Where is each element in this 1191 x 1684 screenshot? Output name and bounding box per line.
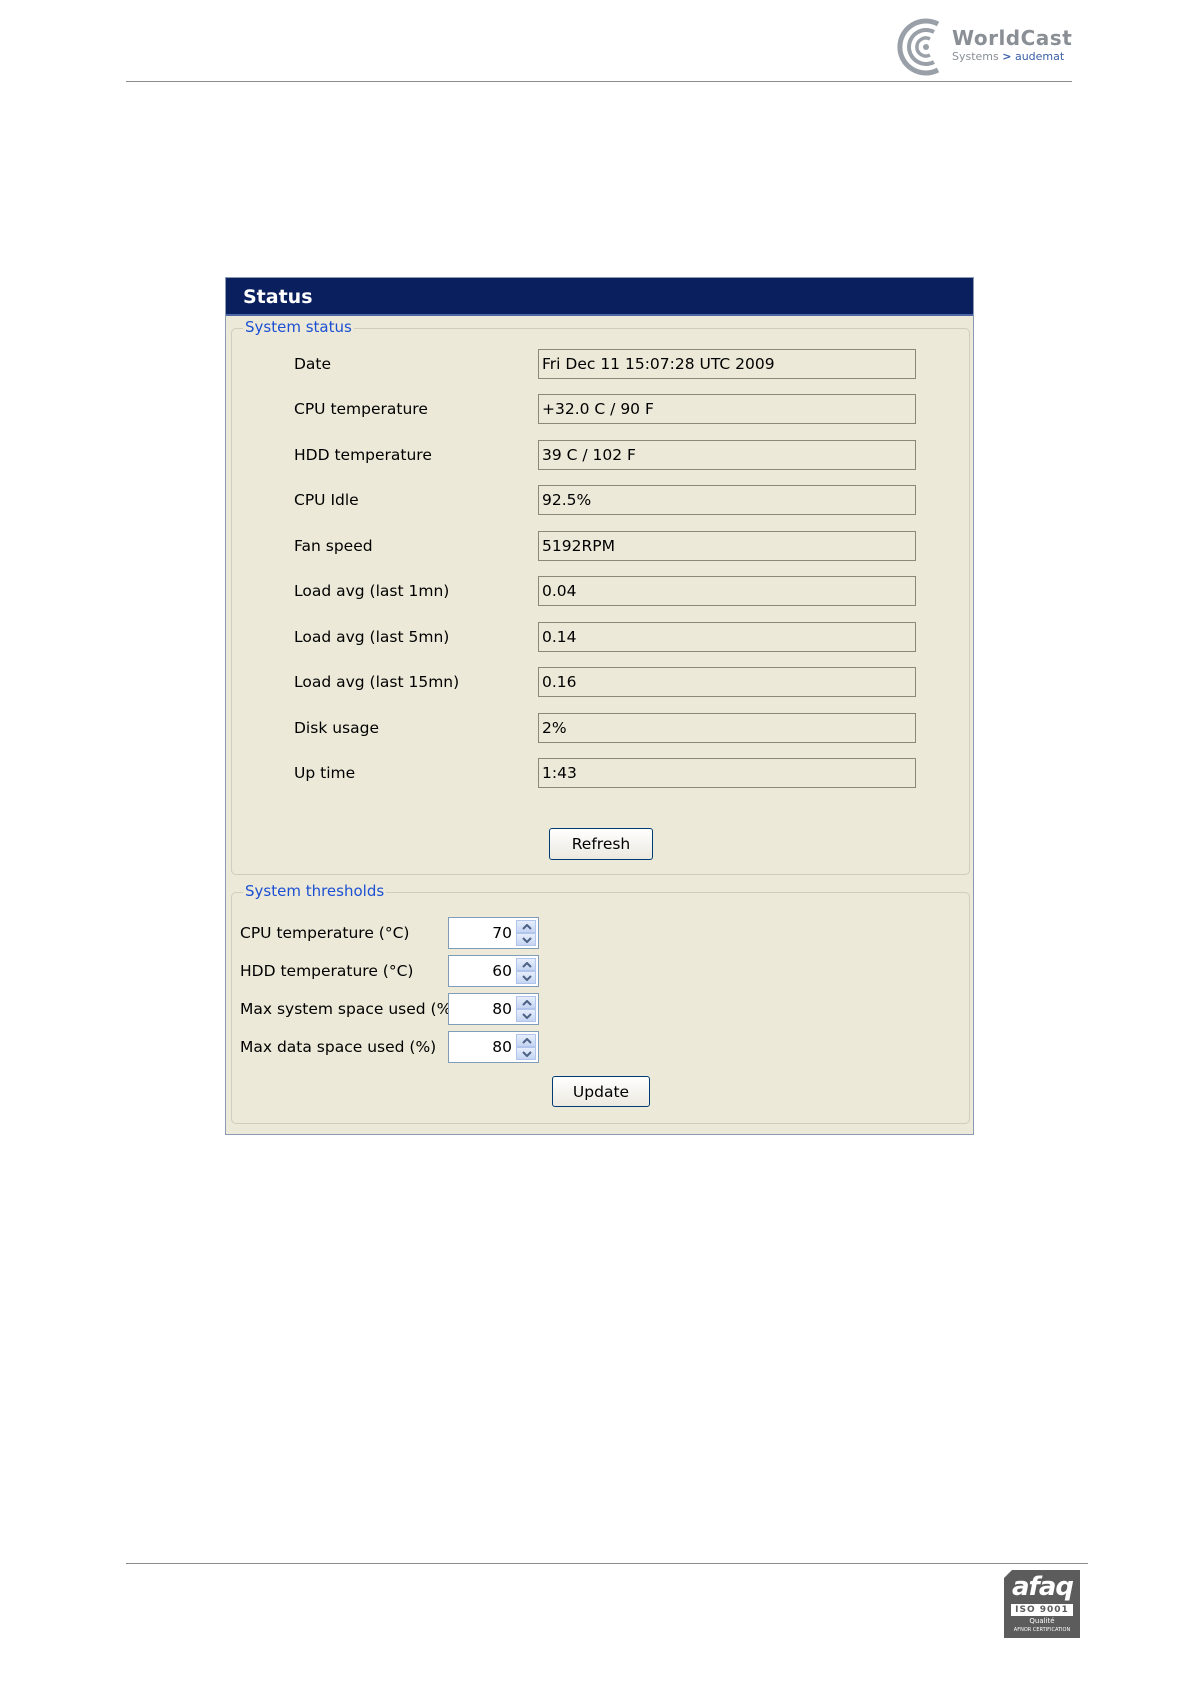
logo-wordmark: WorldCast xyxy=(952,26,1073,50)
cert-iso: ISO 9001 xyxy=(1011,1604,1073,1616)
system-status-group: System status Date Fri Dec 11 15:07:28 U… xyxy=(231,318,970,875)
status-label-date: Date xyxy=(294,355,332,373)
window-titlebar: Status xyxy=(226,278,973,316)
logo-sub-left: Systems xyxy=(952,50,999,63)
status-label-load-avg-1mn: Load avg (last 1mn) xyxy=(294,582,450,600)
worldcast-logo: WorldCast Systems > audemat xyxy=(896,18,1076,76)
spin-down-icon[interactable] xyxy=(516,1009,536,1022)
logo-subtitle: Systems > audemat xyxy=(952,50,1064,63)
spin-up-icon[interactable] xyxy=(516,958,536,971)
spin-up-icon[interactable] xyxy=(516,920,536,933)
threshold-cpu-temperature-spinner[interactable]: 70 xyxy=(448,917,539,949)
threshold-label-cpu-temperature: CPU temperature (°C) xyxy=(240,924,410,942)
spinner-arrows xyxy=(516,958,536,984)
threshold-max-data-space-value[interactable]: 80 xyxy=(492,1038,512,1056)
status-value-fan-speed: 5192RPM xyxy=(538,531,916,561)
status-label-load-avg-15mn: Load avg (last 15mn) xyxy=(294,673,460,691)
header-divider xyxy=(126,81,1072,82)
spin-down-icon[interactable] xyxy=(516,971,536,984)
threshold-hdd-temperature-spinner[interactable]: 60 xyxy=(448,955,539,987)
threshold-label-hdd-temperature: HDD temperature (°C) xyxy=(240,962,414,980)
threshold-hdd-temperature-value[interactable]: 60 xyxy=(492,962,512,980)
status-label-disk-usage: Disk usage xyxy=(294,719,379,737)
spinner-arrows xyxy=(516,920,536,946)
update-button[interactable]: Update xyxy=(552,1076,650,1107)
system-thresholds-group: System thresholds CPU temperature (°C) 7… xyxy=(231,882,970,1124)
status-value-load-avg-5mn: 0.14 xyxy=(538,622,916,652)
threshold-label-max-system-space: Max system space used (%) xyxy=(240,1000,458,1018)
spinner-arrows xyxy=(516,1034,536,1060)
status-value-cpu-idle: 92.5% xyxy=(538,485,916,515)
afaq-certification-badge: afaq ISO 9001 Qualité AFNOR CERTIFICATIO… xyxy=(1004,1570,1080,1638)
spin-up-icon[interactable] xyxy=(516,1034,536,1047)
cert-word: afaq xyxy=(1012,1572,1074,1602)
spin-down-icon[interactable] xyxy=(516,1047,536,1060)
spin-up-icon[interactable] xyxy=(516,996,536,1009)
status-label-cpu-temperature: CPU temperature xyxy=(294,400,428,418)
status-value-disk-usage: 2% xyxy=(538,713,916,743)
logo-sub-right: audemat xyxy=(1014,50,1065,63)
cert-quality: Qualité xyxy=(1029,1617,1055,1625)
status-value-load-avg-1mn: 0.04 xyxy=(538,576,916,606)
status-label-up-time: Up time xyxy=(294,764,356,782)
status-value-up-time: 1:43 xyxy=(538,758,916,788)
window-title: Status xyxy=(243,286,313,308)
refresh-button[interactable]: Refresh xyxy=(549,828,653,860)
spinner-arrows xyxy=(516,996,536,1022)
status-window: Status System status Date Fri Dec 11 15:… xyxy=(225,277,974,1135)
status-value-load-avg-15mn: 0.16 xyxy=(538,667,916,697)
status-value-date: Fri Dec 11 15:07:28 UTC 2009 xyxy=(538,349,916,379)
cert-org: AFNOR CERTIFICATION xyxy=(1013,1627,1071,1633)
threshold-max-data-space-spinner[interactable]: 80 xyxy=(448,1031,539,1063)
status-label-cpu-idle: CPU Idle xyxy=(294,491,359,509)
threshold-cpu-temperature-value[interactable]: 70 xyxy=(492,924,512,942)
logo-sub-separator: > xyxy=(1002,50,1012,63)
threshold-label-max-data-space: Max data space used (%) xyxy=(240,1038,437,1056)
status-label-fan-speed: Fan speed xyxy=(294,537,373,555)
system-thresholds-title: System thresholds xyxy=(243,882,387,900)
spin-down-icon[interactable] xyxy=(516,933,536,946)
wave-logo-icon xyxy=(897,18,940,76)
system-status-title: System status xyxy=(243,318,354,336)
status-label-hdd-temperature: HDD temperature xyxy=(294,446,432,464)
status-value-cpu-temperature: +32.0 C / 90 F xyxy=(538,394,916,424)
status-value-hdd-temperature: 39 C / 102 F xyxy=(538,440,916,470)
status-label-load-avg-5mn: Load avg (last 5mn) xyxy=(294,628,450,646)
threshold-max-system-space-value[interactable]: 80 xyxy=(492,1000,512,1018)
footer-divider xyxy=(126,1563,1088,1564)
threshold-max-system-space-spinner[interactable]: 80 xyxy=(448,993,539,1025)
